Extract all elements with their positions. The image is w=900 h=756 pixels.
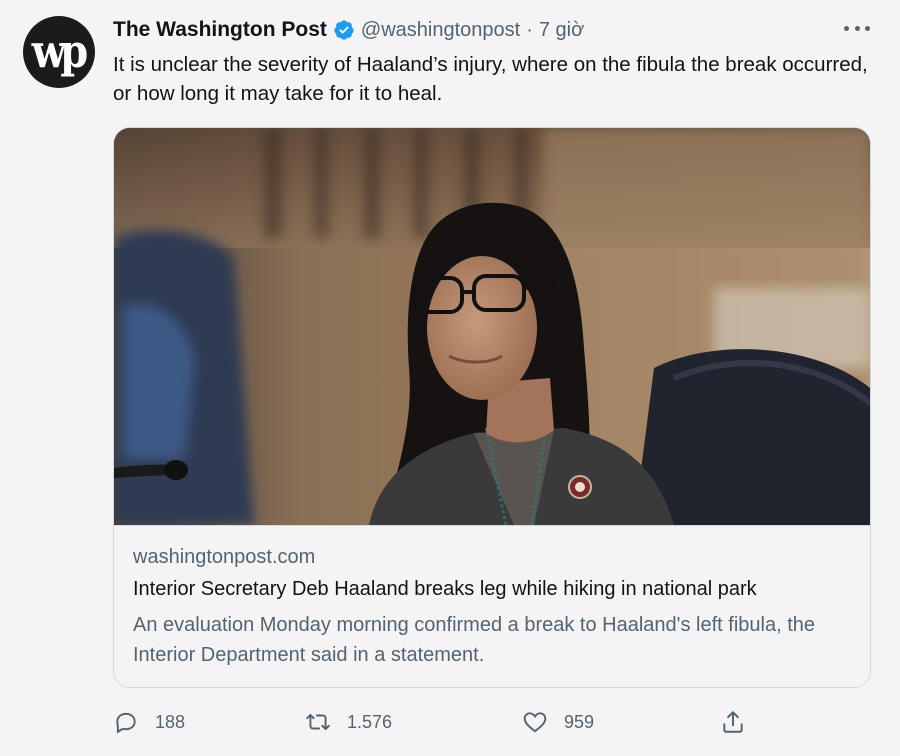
link-preview-card[interactable]: washingtonpost.com Interior Secretary De… — [113, 127, 871, 688]
tweet-timestamp[interactable]: 7 giờ — [539, 19, 584, 42]
share-button[interactable] — [720, 704, 746, 740]
card-info[interactable]: washingtonpost.com Interior Secretary De… — [114, 525, 870, 687]
like-count: 959 — [564, 711, 595, 732]
tweet-text: It is unclear the severity of Haaland’s … — [113, 53, 868, 105]
card-domain: washingtonpost.com — [133, 546, 316, 568]
author-name[interactable]: The Washington Post — [113, 18, 327, 42]
photo-deb-haaland — [114, 128, 870, 525]
like-icon — [523, 712, 547, 733]
retweet-count: 1.576 — [347, 711, 393, 732]
card-image[interactable] — [114, 128, 870, 525]
tweet-header: The Washington Post @washingtonpost · 7 … — [113, 14, 584, 46]
verified-badge-icon — [334, 20, 354, 40]
reply-icon — [116, 712, 136, 734]
separator-dot: · — [526, 18, 533, 41]
like-button[interactable]: 959 — [522, 704, 594, 740]
avatar[interactable]: wp — [23, 16, 95, 88]
tweet-actions: 188 1.576 959 — [113, 704, 873, 740]
reply-count: 188 — [155, 711, 186, 732]
more-options-icon[interactable] — [844, 18, 870, 38]
more-dot — [865, 25, 870, 31]
author-handle[interactable]: @washingtonpost — [361, 19, 520, 42]
card-description: An evaluation Monday morning confirmed a… — [133, 614, 815, 666]
retweet-icon — [306, 713, 330, 731]
card-title: Interior Secretary Deb Haaland breaks le… — [133, 578, 757, 600]
more-dot — [854, 25, 860, 31]
washington-post-logo: wp — [31, 24, 88, 79]
more-dot — [844, 25, 849, 31]
share-icon — [723, 711, 743, 733]
retweet-button[interactable]: 1.576 — [305, 704, 392, 740]
reply-button[interactable]: 188 — [113, 704, 185, 740]
tweet[interactable]: wp The Washington Post @washingtonpost ·… — [0, 0, 900, 756]
